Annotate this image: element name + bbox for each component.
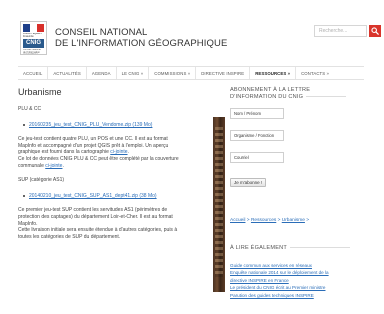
flag-stripe-white [30,24,37,32]
cartography-link[interactable]: ci-jointe [110,149,127,155]
text-line: MapInfo. [18,220,38,227]
nav-item-agenda[interactable]: AGENDA [87,67,117,79]
download-link-plu[interactable]: 20160235_jeu_test_CNIG_PLU_Vendome.zip (… [29,122,152,128]
newsletter-heading-line1: ABONNEMENT À LA LETTRE [230,87,311,93]
section-heading-sup: SUP (catégorie AS1) [18,177,65,184]
search-icon [371,27,379,35]
tricolor-flag-icon [23,24,44,32]
organisation-field[interactable]: Organisme / Fonction [230,130,284,141]
sidebar: ABONNEMENT À LA LETTRE D'INFORMATION DU … [230,87,366,299]
newsletter-heading-line2: D'INFORMATION DU CNIG [230,94,366,101]
text-line: toutes les catégories de SUP du départem… [18,233,121,240]
site-title-line2: DE L'INFORMATION GÉOGRAPHIQUE [55,38,228,49]
download-item-sup: 20140210_jeu_test_CNIG_SUP_AS1_dept41.zi… [18,193,214,200]
text-fragment: . [127,149,129,156]
site-title-line1: CONSEIL NATIONAL [55,27,148,38]
text-fragment: graphique est fourni dans la cartographi… [18,149,111,156]
text-fragment: . [62,162,64,169]
related-link[interactable]: Guide commun aux services en réseaux [230,262,366,269]
related-link[interactable]: Enquête nationale 2014 sur le déploiemen… [230,269,366,276]
related-link[interactable]: directive INSPIRE en France [230,277,366,284]
breadcrumb: Accueil > Ressources > Urbanisme > [230,218,366,223]
nav-item-ressources[interactable]: RESSOURCES » [250,67,297,79]
download-item-plu: 20160235_jeu_test_CNIG_PLU_Vendome.zip (… [18,122,214,129]
related-link[interactable]: Parution des guides techniques INSPIRE [230,292,366,299]
cnig-logo[interactable]: Liberté • Égalité • Fraternité CNIG Cons… [20,21,47,55]
text-line: protection des captages) du département … [18,213,173,220]
main-content: Urbanisme PLU & CC 20160235_jeu_test_CNI… [18,87,214,240]
name-field[interactable]: Nom / Prénom [230,108,284,119]
search-button[interactable] [369,25,381,37]
nav-item-contacts[interactable]: CONTACTS » [296,67,334,79]
section-heading-plu: PLU & CC [18,106,42,112]
page-title: Urbanisme [18,87,62,97]
subscribe-row: Je m'abonne ! [230,171,366,189]
text-line: graphique est fourni dans la cartographi… [18,149,214,156]
also-read-heading: À LIRE ÉGALEMENT [230,245,366,252]
communal-coverage-link[interactable]: ci-jointe [45,163,62,169]
nav-item-le-cnig[interactable]: LE CNIG » [117,67,150,79]
breadcrumb-resources[interactable]: Ressources [251,218,276,223]
heading-text: D'INFORMATION DU CNIG [230,94,304,100]
plu-description: Ce jeu-test contient quatre PLU, un POS … [18,136,214,169]
text-line: Cette livraison initiale sera ensuite ét… [18,227,178,234]
site-title[interactable]: CONSEIL NATIONAL DE L'INFORMATION GÉOGRA… [55,27,227,49]
nav-item-actualites[interactable]: ACTUALITÉS [48,67,87,79]
logo-motto: Liberté • Égalité • Fraternité [23,33,43,38]
breadcrumb-end: > [304,218,310,223]
subscribe-button[interactable]: Je m'abonne ! [230,178,267,187]
text-line: Ce premier jeu-test SUP contient les ser… [18,207,168,214]
also-read-list: Guide commun aux services en réseaux Enq… [230,262,366,299]
flag-stripe-red [37,24,44,32]
flag-stripe-blue [23,24,30,32]
site-header: Liberté • Égalité • Fraternité CNIG Cons… [0,0,384,66]
download-link-sup[interactable]: 20140210_jeu_test_CNIG_SUP_AS1_dept41.zi… [29,193,157,199]
logo-subtitle: Conseil national de l'information géogra… [23,49,41,54]
nav-item-accueil[interactable]: ACCUEIL [18,67,49,79]
breadcrumb-current[interactable]: Urbanisme [282,218,305,223]
logo-acronym: CNIG [23,39,44,48]
heading-text: À LIRE ÉGALEMENT [230,245,287,251]
heading-rule [306,96,347,98]
newsletter-heading: ABONNEMENT À LA LETTRE D'INFORMATION DU … [230,87,366,101]
text-line: Ce lot de données CNIG PLU & CC peut êtr… [18,155,179,162]
nav-item-directive-inspire[interactable]: DIRECTIVE INSPIRE [196,67,251,79]
sup-description: Ce premier jeu-test SUP contient les ser… [18,207,214,240]
text-line: Ce jeu-test contient quatre PLU, un POS … [18,136,168,143]
search-input[interactable]: Recherche... [314,25,367,37]
text-fragment: communale [18,162,46,169]
related-link[interactable]: Le président du CNIG écrit au Premier mi… [230,284,366,291]
email-field[interactable]: Courriel [230,152,284,163]
text-line: MapInfo et accompagné d'un projet QGIS p… [18,142,169,149]
nav-item-commissions[interactable]: COMMISSIONS » [149,67,197,79]
heading-rule [289,247,350,249]
bookshelf-image [213,117,225,292]
breadcrumb-home[interactable]: Accueil [230,218,245,223]
text-line: communale ci-jointe. [18,163,214,170]
main-nav: ACCUEIL ACTUALITÉS AGENDA LE CNIG » COMM… [18,66,364,80]
